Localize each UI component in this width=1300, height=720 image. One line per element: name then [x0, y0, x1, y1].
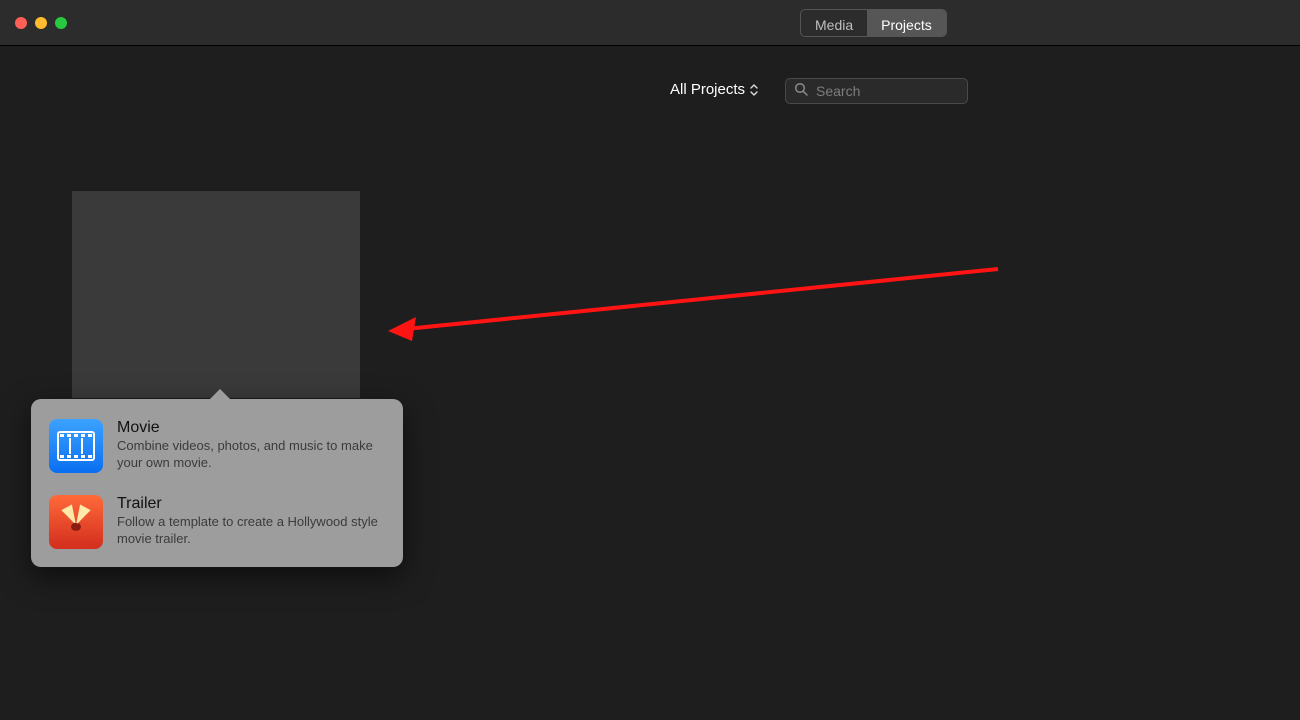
popover-movie-title: Movie	[117, 419, 385, 437]
new-project-popover: Movie Combine videos, photos, and music …	[31, 399, 403, 567]
tab-media-label: Media	[815, 17, 853, 33]
search-field-wrapper[interactable]	[785, 78, 968, 104]
traffic-lights	[15, 17, 67, 29]
popover-movie-desc: Combine videos, photos, and music to mak…	[117, 438, 385, 472]
tab-projects[interactable]: Projects	[867, 10, 946, 36]
popover-item-trailer-text: Trailer Follow a template to create a Ho…	[117, 495, 385, 549]
chevron-updown-icon	[749, 83, 759, 97]
fullscreen-window-button[interactable]	[55, 17, 67, 29]
trailer-icon	[49, 495, 103, 549]
minimize-window-button[interactable]	[35, 17, 47, 29]
new-project-tile[interactable]	[72, 191, 360, 398]
projects-filter-dropdown[interactable]: All Projects	[670, 81, 759, 98]
popover-item-trailer[interactable]: Trailer Follow a template to create a Ho…	[47, 489, 387, 555]
view-segmented-control: Media Projects	[800, 9, 947, 37]
search-icon	[794, 82, 808, 101]
annotation-arrow	[388, 263, 1008, 358]
search-input[interactable]	[814, 82, 959, 100]
projects-filter-label: All Projects	[670, 81, 745, 98]
popover-item-movie[interactable]: Movie Combine videos, photos, and music …	[47, 413, 387, 479]
window-titlebar: Media Projects	[0, 0, 1300, 46]
tab-media[interactable]: Media	[801, 10, 867, 36]
projects-toolbar: All Projects	[0, 46, 1300, 101]
close-window-button[interactable]	[15, 17, 27, 29]
popover-trailer-title: Trailer	[117, 495, 385, 513]
popover-trailer-desc: Follow a template to create a Hollywood …	[117, 514, 385, 548]
tab-projects-label: Projects	[881, 17, 932, 33]
popover-item-movie-text: Movie Combine videos, photos, and music …	[117, 419, 385, 473]
movie-icon	[49, 419, 103, 473]
